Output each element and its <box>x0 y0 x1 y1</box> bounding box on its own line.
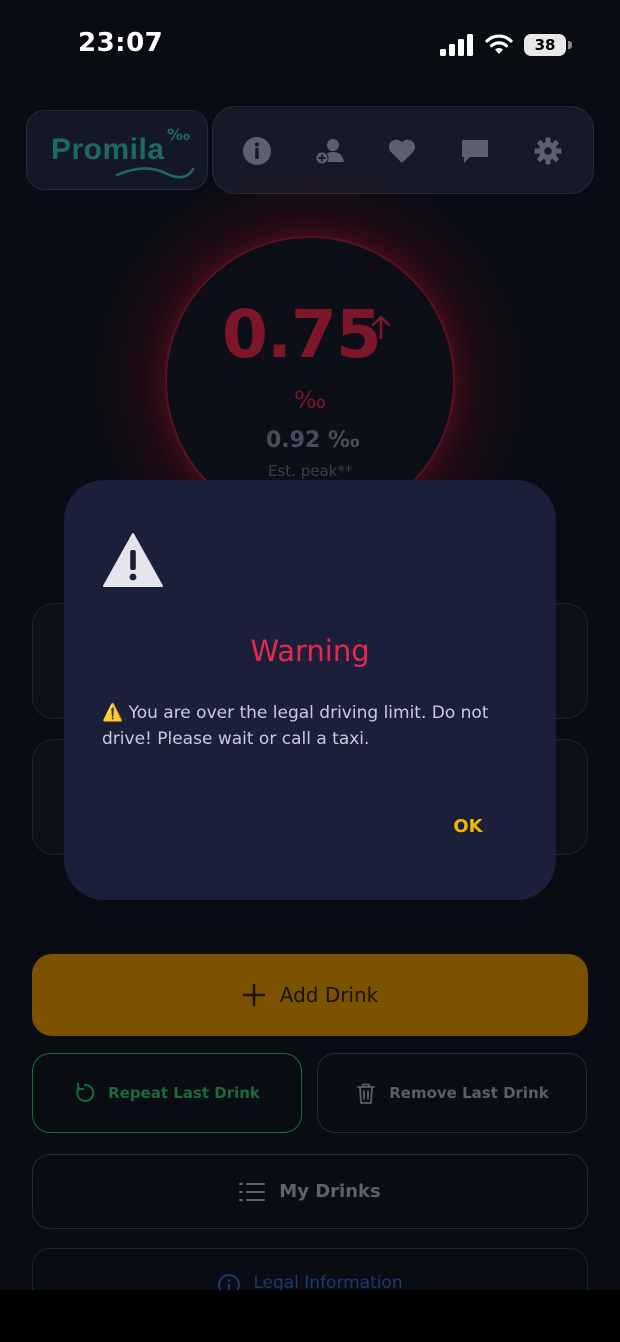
dialog-title: Warning <box>250 634 370 668</box>
warning-dialog: Warning ⚠️ You are over the legal drivin… <box>64 480 556 900</box>
ok-button[interactable]: OK <box>446 812 490 842</box>
dialog-message: ⚠️ You are over the legal driving limit.… <box>102 703 489 749</box>
warning-icon <box>103 533 163 587</box>
